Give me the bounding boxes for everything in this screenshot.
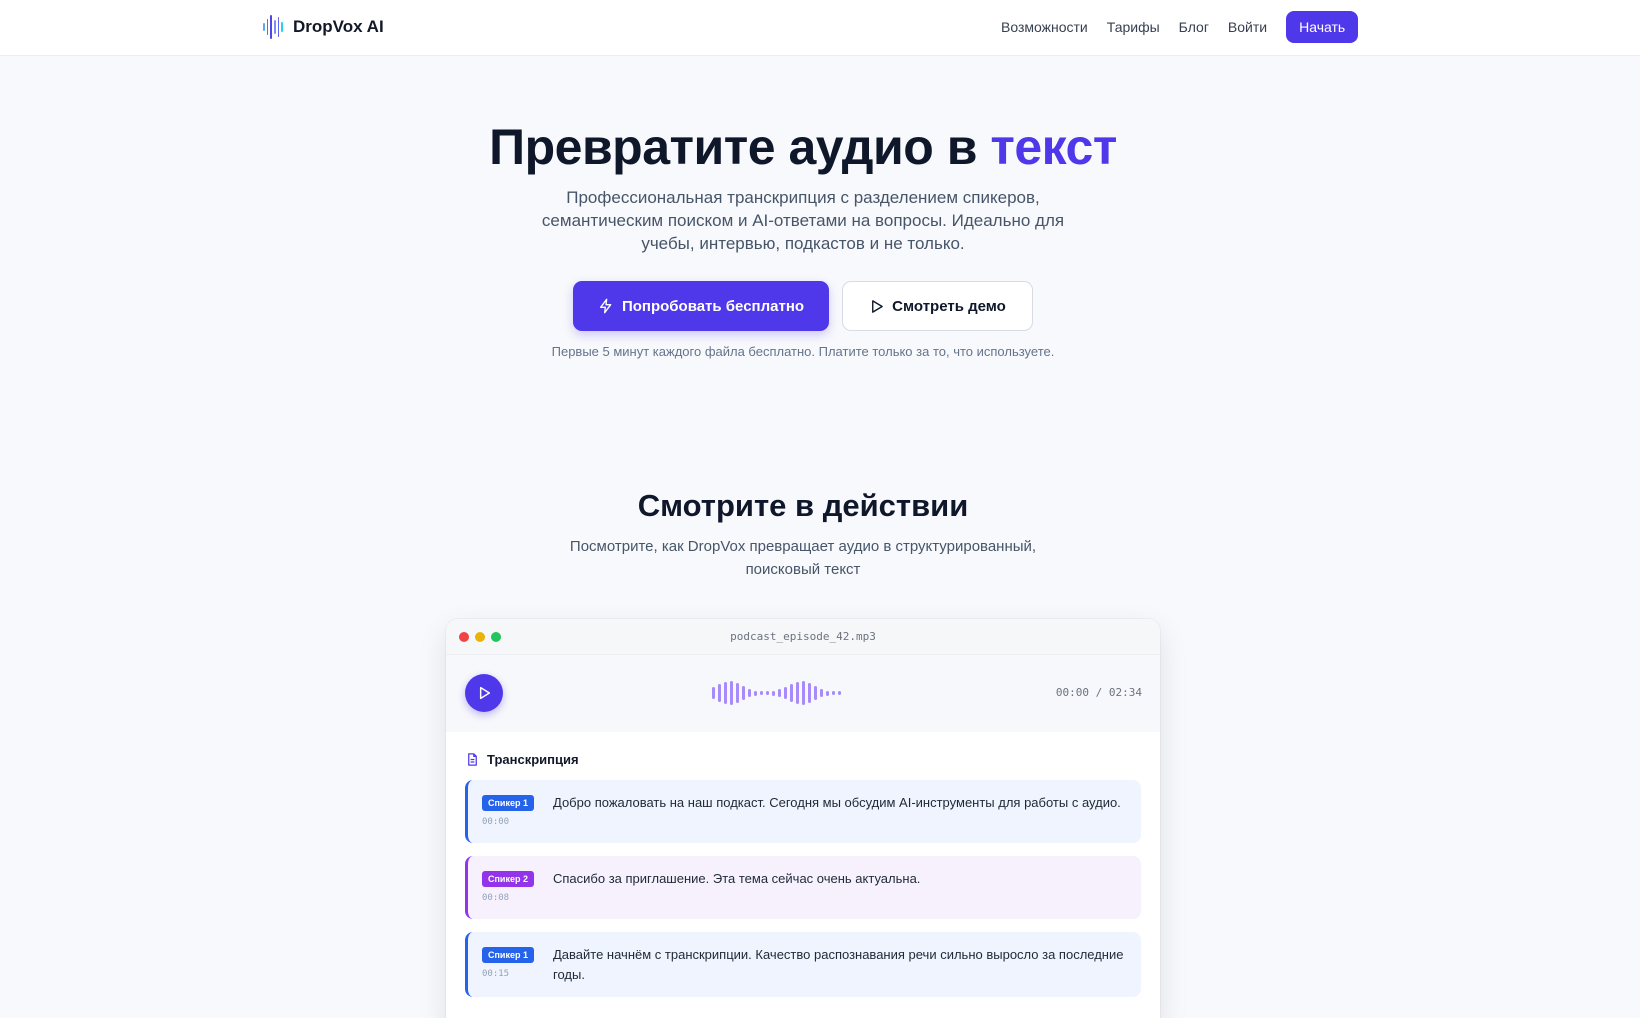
nav-link-pricing[interactable]: Тарифы <box>1107 12 1160 42</box>
segment-meta: Спикер 1 00:15 <box>482 945 540 985</box>
segment-timestamp: 00:08 <box>482 893 510 903</box>
audio-player: 00:00 / 02:34 <box>446 655 1160 732</box>
segment-text: Спасибо за приглашение. Эта тема сейчас … <box>553 871 921 886</box>
nav-link-blog[interactable]: Блог <box>1179 12 1209 42</box>
hero-note: Первые 5 минут каждого файла бесплатно. … <box>551 344 1055 359</box>
hero-title-accent: текст <box>990 119 1117 175</box>
file-name: podcast_episode_42.mp3 <box>730 630 876 643</box>
waveform[interactable] <box>712 681 841 705</box>
hero-title: Превратите аудио в текст <box>0 118 1606 176</box>
segment-meta: Спикер 2 00:08 <box>482 869 540 907</box>
transcript-title: Транскрипция <box>487 752 579 767</box>
brand-name: DropVox AI <box>293 17 384 36</box>
soundwave-logo-icon <box>263 14 284 40</box>
top-navbar: DropVox AI Возможности Тарифы Блог Войти… <box>0 0 1640 56</box>
play-icon <box>872 299 883 313</box>
nav-link-login[interactable]: Войти <box>1228 12 1267 42</box>
transcript-segment[interactable]: Спикер 1 00:00 Добро пожаловать на наш п… <box>465 780 1141 843</box>
speaker-badge: Спикер 1 <box>482 947 534 963</box>
demo-window-titlebar: podcast_episode_42.mp3 <box>446 619 1160 655</box>
segment-text: Давайте начнём с транскрипции. Качество … <box>553 947 1124 982</box>
lightning-icon <box>599 298 612 314</box>
demo-section-title: Смотрите в действии <box>637 488 969 523</box>
hero-subtitle: Профессиональная транскрипция с разделен… <box>541 188 1065 253</box>
segment-timestamp: 00:15 <box>482 969 510 979</box>
watch-demo-label: Смотреть демо <box>892 297 1006 315</box>
nav-links: Возможности Тарифы Блог Войти Начать <box>1001 11 1359 43</box>
nav-link-features[interactable]: Возможности <box>1001 12 1088 42</box>
start-button[interactable]: Начать <box>1286 11 1359 43</box>
speaker-badge: Спикер 1 <box>482 795 534 811</box>
brand[interactable]: DropVox AI <box>263 14 384 40</box>
demo-section-subtitle: Посмотрите, как DropVox превращает аудио… <box>569 538 1037 578</box>
transcript-header: Транскрипция <box>465 752 1141 767</box>
document-icon <box>468 753 477 766</box>
segment-timestamp: 00:00 <box>482 817 510 827</box>
hero-title-main: Превратите аудио в <box>489 119 991 175</box>
playback-time: 00:00 / 02:34 <box>1055 686 1142 699</box>
transcript-segment[interactable]: Спикер 2 00:08 Спасибо за приглашение. Э… <box>465 856 1141 919</box>
try-free-label: Попробовать бесплатно <box>621 297 805 315</box>
speaker-badge: Спикер 2 <box>482 871 534 887</box>
play-button[interactable] <box>465 674 503 712</box>
try-free-button[interactable]: Попробовать бесплатно <box>573 281 829 331</box>
segment-meta: Спикер 1 00:00 <box>482 793 540 831</box>
transcript-segment[interactable]: Спикер 1 00:15 Давайте начнём с транскри… <box>465 932 1141 997</box>
watch-demo-button[interactable]: Смотреть демо <box>842 281 1033 331</box>
demo-window: podcast_episode_42.mp3 00:00 / 02:34 Тра… <box>446 619 1160 1018</box>
segment-text: Добро пожаловать на наш подкаст. Сегодня… <box>553 795 1121 810</box>
play-icon <box>479 686 491 700</box>
transcript-panel: Транскрипция Спикер 1 00:00 Добро пожало… <box>446 732 1160 997</box>
